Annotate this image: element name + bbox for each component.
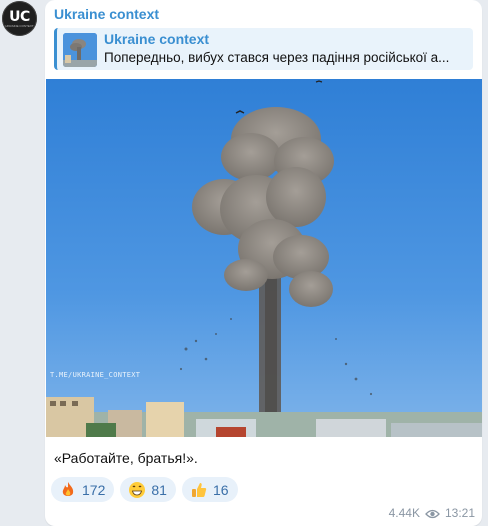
reaction-count: 172 [82, 481, 106, 498]
grin-icon [128, 481, 146, 499]
message-meta: 4.44K 13:21 [389, 506, 475, 520]
reaction-count: 81 [151, 481, 167, 498]
avatar-subtext: UKRAINE CONTEXT [5, 23, 34, 28]
views-count: 4.44K [388, 506, 420, 520]
reply-thumbnail [63, 33, 97, 67]
eye-icon [425, 508, 440, 519]
message-caption: «Работайте, братья!». [54, 450, 198, 466]
reactions-bar: 172 81 16 [51, 477, 238, 502]
reply-title: Ukraine context [104, 31, 210, 47]
channel-name[interactable]: Ukraine context [54, 6, 159, 22]
message-time: 13:21 [444, 506, 475, 520]
message-bubble: Ukraine context Ukraine context Попередн… [45, 0, 482, 526]
reaction-fire[interactable]: 172 [51, 477, 115, 502]
avatar-monogram: UC [9, 8, 30, 25]
reply-preview[interactable]: Ukraine context Попередньо, вибух стався… [54, 28, 473, 70]
reply-text: Попередньо, вибух стався через падіння р… [104, 50, 450, 65]
reaction-thumbs-up[interactable]: 16 [181, 477, 238, 502]
reaction-count: 16 [212, 481, 229, 498]
photo-watermark: T.ME/UKRAINE_CONTEXT [50, 371, 141, 379]
reaction-grin[interactable]: 81 [120, 477, 176, 502]
explosion-photo[interactable]: T.ME/UKRAINE_CONTEXT [46, 79, 482, 437]
thumbs-up-icon [190, 481, 208, 499]
fire-icon [59, 481, 77, 499]
channel-avatar[interactable]: UC UKRAINE CONTEXT [2, 1, 37, 36]
